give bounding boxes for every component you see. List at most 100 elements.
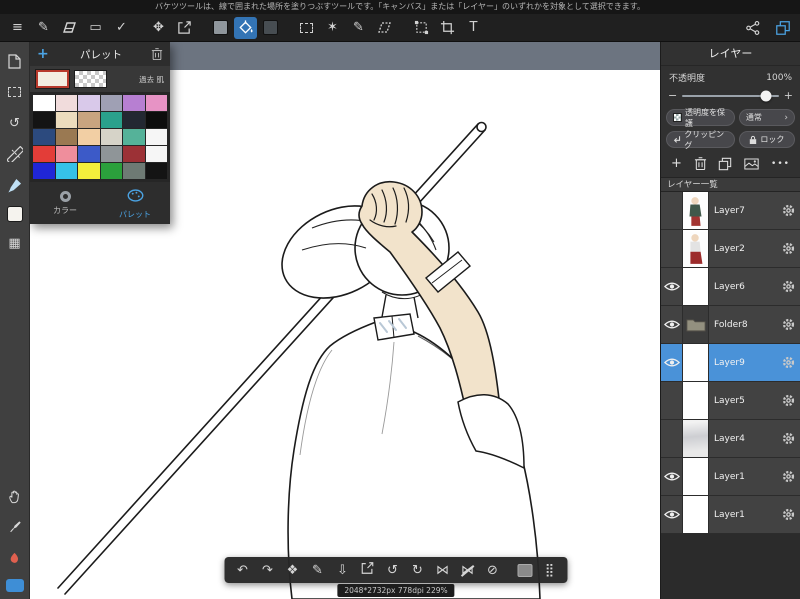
layer-settings-icon[interactable] [776,496,800,533]
ruler-icon[interactable] [5,144,25,164]
layer-row[interactable]: Layer1 [661,496,800,534]
opacity-plus[interactable]: + [784,89,793,102]
eraser-tool-icon[interactable] [58,17,81,39]
palette-swatch[interactable] [78,95,100,111]
export-icon[interactable] [360,561,376,579]
shape-tool-icon[interactable]: ▭ [84,17,107,39]
layer-thumbnail[interactable] [682,382,709,419]
opacity-slider-knob[interactable] [760,90,772,101]
palette-swatch[interactable] [123,163,145,179]
layer-visibility-toggle[interactable] [661,420,682,457]
layer-thumbnail[interactable] [682,496,709,533]
color-swatch-panel-icon[interactable] [6,206,23,222]
layer-row[interactable]: Layer4 [661,420,800,458]
tab-color[interactable]: カラー [30,182,100,224]
palette-swatch[interactable] [33,163,55,179]
palette-swatch[interactable] [78,146,100,162]
layer-row[interactable]: Layer9 [661,344,800,382]
export-selection-icon[interactable] [173,17,196,39]
pen-icon[interactable]: ✎ [310,563,326,578]
layer-settings-icon[interactable] [776,230,800,267]
layers-panel-toggle-icon[interactable] [771,17,794,39]
transform-icon[interactable]: ❖ [285,563,301,578]
crop-tool-icon[interactable] [436,17,459,39]
palette-swatch[interactable] [33,95,55,111]
layer-settings-icon[interactable] [776,344,800,381]
select-pen-tool-icon[interactable]: ✎ [347,17,370,39]
palette-swatch[interactable] [145,112,167,128]
selection-panel-icon[interactable] [5,82,25,102]
add-layer-icon[interactable]: + [671,156,682,171]
menu-icon[interactable]: ≡ [6,17,29,39]
layer-thumbnail[interactable] [682,458,709,495]
blend-mode-button[interactable]: 通常 › [738,109,795,126]
color-panel-chip[interactable] [5,579,24,592]
reference-thumbnail[interactable] [517,563,533,577]
layer-row[interactable]: Layer5 [661,382,800,420]
layer-visibility-toggle[interactable] [661,344,682,381]
add-palette-color-icon[interactable]: + [37,46,55,62]
flip-vertical-icon[interactable]: ⋈ [460,563,476,578]
layer-row[interactable]: Folder8 [661,306,800,344]
drag-handle-icon[interactable]: ⣿ [542,563,558,578]
palette-swatch[interactable] [123,129,145,145]
layer-visibility-toggle[interactable] [661,268,682,305]
palette-swatch[interactable] [100,129,122,145]
layer-thumbnail[interactable] [682,306,709,343]
new-document-icon[interactable] [5,51,25,71]
layer-thumbnail[interactable] [682,420,709,457]
lock-button[interactable]: ロック [738,131,795,148]
pen-tool-icon[interactable]: ✎ [32,17,55,39]
palette-swatch[interactable] [55,163,77,179]
palette-swatch[interactable] [123,112,145,128]
opacity-slider[interactable] [682,90,779,101]
move-tool-icon[interactable]: ✥ [147,17,170,39]
save-icon[interactable]: ⇩ [335,563,351,578]
layer-visibility-toggle[interactable] [661,496,682,533]
rotate-ccw-icon[interactable]: ↺ [385,563,401,578]
palette-swatch[interactable] [100,146,122,162]
select-tool-icon[interactable] [295,17,318,39]
layer-visibility-toggle[interactable] [661,230,682,267]
background-color-chip[interactable] [263,20,278,35]
layer-thumbnail[interactable] [682,268,709,305]
palette-swatch[interactable] [123,95,145,111]
reset-view-icon[interactable]: ⊘ [485,563,501,578]
palette-swatch[interactable] [145,129,167,145]
layer-visibility-toggle[interactable] [661,306,682,343]
delete-layer-icon[interactable] [694,156,707,171]
droplet-icon[interactable] [5,548,25,568]
magic-wand-tool-icon[interactable]: ✶ [321,17,344,39]
foreground-color-chip[interactable] [213,20,228,35]
undo-icon[interactable]: ↶ [235,563,251,578]
text-tool-icon[interactable]: T [462,17,485,39]
layer-row[interactable]: Layer2 [661,230,800,268]
palette-swatch[interactable] [100,112,122,128]
brush-panel-icon[interactable] [5,175,25,195]
palette-swatch[interactable] [55,112,77,128]
palette-swatch[interactable] [33,146,55,162]
layer-row[interactable]: Layer6 [661,268,800,306]
palette-swatch[interactable] [33,112,55,128]
more-options-icon[interactable]: ••• [771,159,790,169]
layer-settings-icon[interactable] [776,420,800,457]
rotate-reset-icon[interactable]: ↺ [5,113,25,133]
layer-thumbnail[interactable] [682,230,709,267]
transparent-color-swatch[interactable] [74,70,107,88]
protect-alpha-button[interactable]: 透明度を保護 [666,108,735,128]
palette-swatch[interactable] [100,163,122,179]
palette-swatch[interactable] [55,129,77,145]
layer-settings-icon[interactable] [776,268,800,305]
layer-settings-icon[interactable] [776,382,800,419]
palette-swatch[interactable] [78,112,100,128]
hand-tool-icon[interactable] [5,486,25,506]
bucket-tool-icon[interactable] [234,16,257,39]
palette-swatch[interactable] [78,163,100,179]
layer-visibility-toggle[interactable] [661,382,682,419]
delete-palette-color-icon[interactable] [147,47,163,61]
layer-settings-icon[interactable] [776,306,800,343]
layer-visibility-toggle[interactable] [661,458,682,495]
clipping-button[interactable]: クリッピング [666,130,735,150]
palette-swatch[interactable] [145,146,167,162]
palette-swatch[interactable] [145,95,167,111]
